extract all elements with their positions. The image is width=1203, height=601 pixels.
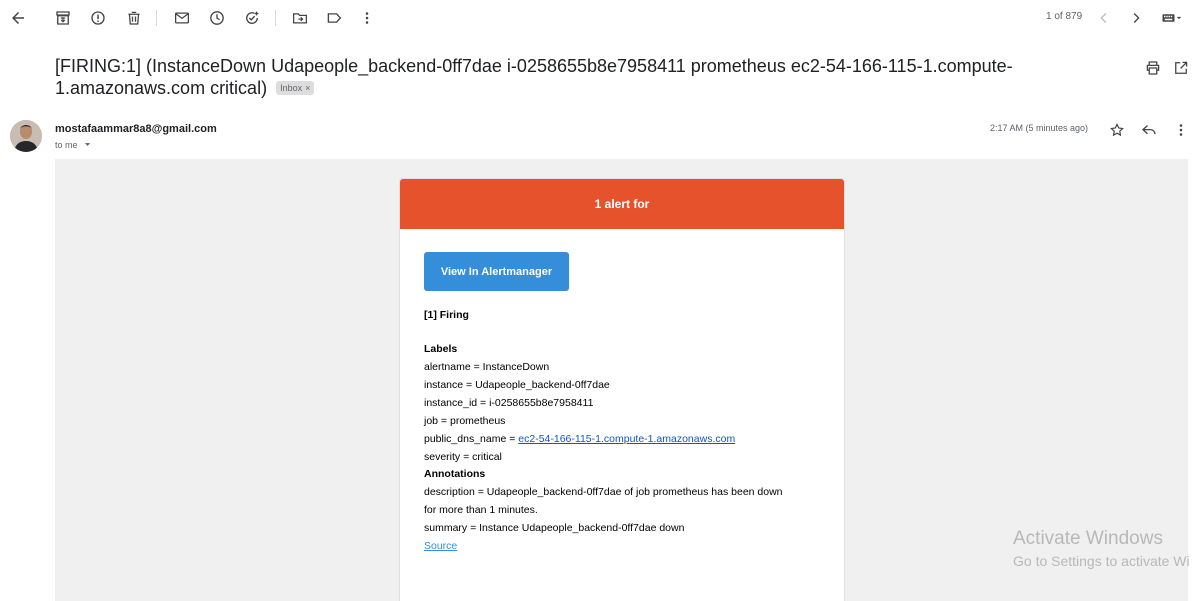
remove-label-icon[interactable]: × <box>305 83 310 93</box>
recipient-dropdown[interactable]: to me <box>55 140 92 150</box>
label-instance: instance = Udapeople_backend-0ff7dae <box>424 379 610 391</box>
delete-icon[interactable] <box>122 6 146 30</box>
snooze-icon[interactable] <box>205 6 229 30</box>
alert-header: 1 alert for <box>400 179 844 229</box>
move-to-icon[interactable] <box>288 6 312 30</box>
report-spam-icon[interactable] <box>86 6 110 30</box>
star-icon[interactable] <box>1105 118 1129 142</box>
prev-chevron-icon[interactable] <box>1092 6 1116 30</box>
email-timestamp: 2:17 AM (5 minutes ago) <box>990 123 1089 133</box>
firing-heading: [1] Firing <box>424 309 469 321</box>
add-task-icon[interactable] <box>240 6 264 30</box>
more-vert-icon[interactable] <box>355 6 379 30</box>
label-icon[interactable] <box>322 6 346 30</box>
print-icon[interactable] <box>1141 56 1165 80</box>
label-alertname: alertname = InstanceDown <box>424 361 550 373</box>
subject-line-2: 1.amazonaws.com critical) <box>55 78 268 98</box>
keyboard-icon[interactable] <box>1158 6 1188 30</box>
avatar[interactable] <box>10 120 42 152</box>
archive-icon[interactable] <box>51 6 75 30</box>
sender-email[interactable]: mostafaammar8a8@gmail.com <box>55 123 217 135</box>
annotation-description-line2: for more than 1 minutes. <box>424 504 538 516</box>
subject-line-1: [FIRING:1] (InstanceDown Udapeople_backe… <box>55 56 1013 76</box>
source-link[interactable]: Source <box>424 540 457 552</box>
activate-windows-subtitle: Go to Settings to activate Wi <box>1013 553 1190 569</box>
annotations-heading: Annotations <box>424 468 486 480</box>
label-severity: severity = critical <box>424 451 502 463</box>
toolbar: 1 of 879 <box>0 0 1203 36</box>
label-public-dns: public_dns_name = ec2-54-166-115-1.compu… <box>424 430 735 448</box>
pager-count: 1 of 879 <box>1046 11 1083 22</box>
label-instance-id: instance_id = i-0258655b8e7958411 <box>424 397 594 409</box>
open-new-window-icon[interactable] <box>1169 56 1193 80</box>
email-subject: [FIRING:1] (InstanceDown Udapeople_backe… <box>55 55 1115 99</box>
back-arrow-icon[interactable] <box>6 6 30 30</box>
recipient-text: to me <box>55 140 78 150</box>
mark-unread-icon[interactable] <box>170 6 194 30</box>
public-dns-key: public_dns_name = <box>424 433 519 445</box>
inbox-label-chip[interactable]: Inbox × <box>276 81 315 95</box>
public-dns-link[interactable]: ec2-54-166-115-1.compute-1.amazonaws.com <box>518 433 735 445</box>
annotation-summary: summary = Instance Udapeople_backend-0ff… <box>424 522 685 534</box>
next-chevron-icon[interactable] <box>1124 6 1148 30</box>
reply-icon[interactable] <box>1137 118 1161 142</box>
activate-windows-title: Activate Windows <box>1013 528 1163 549</box>
labels-heading: Labels <box>424 343 458 355</box>
view-in-alertmanager-button[interactable]: View In Alertmanager <box>424 252 569 291</box>
source-link-row: Source <box>424 537 457 555</box>
more-options-icon[interactable] <box>1169 118 1193 142</box>
chevron-down-icon <box>84 143 91 146</box>
annotation-description-line1: description = Udapeople_backend-0ff7dae … <box>424 486 783 498</box>
label-job: job = prometheus <box>424 415 506 427</box>
alert-card: 1 alert for View In Alertmanager [1] Fir… <box>399 178 845 601</box>
inbox-label-text: Inbox <box>280 83 303 93</box>
